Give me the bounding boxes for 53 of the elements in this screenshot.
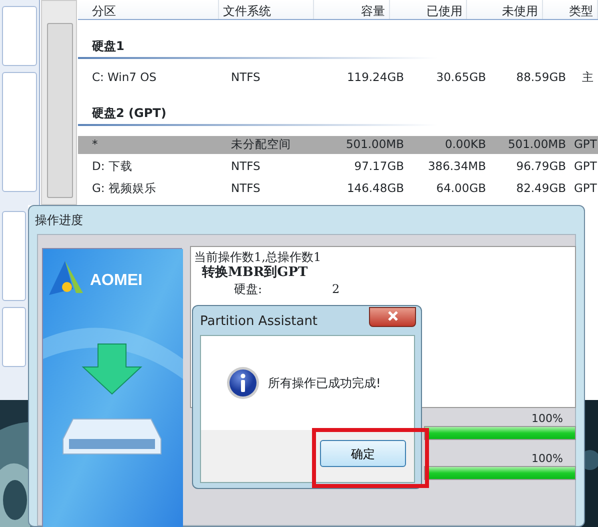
table-cell-text: C: Win7 OS	[91, 69, 158, 86]
dialog-title: Partition Assistant	[200, 313, 318, 331]
close-button[interactable]	[369, 307, 416, 327]
scrollbar[interactable]	[41, 0, 77, 205]
table-cell-text: 64.00GB	[435, 180, 487, 198]
table-cell-text: 97.17GB	[353, 158, 405, 176]
column-header[interactable]: 未使用	[467, 0, 544, 19]
log-summary: 当前操作数1,总操作数1	[194, 249, 322, 265]
table-cell-text: 501.00MB	[344, 136, 405, 154]
table-cell-text: G: 视频娱乐	[91, 180, 158, 198]
partition-row[interactable]: G: 视频娱乐 NTFS 146.48GB 64.00GB 82.49GB GPT	[78, 180, 598, 198]
info-icon	[226, 366, 260, 400]
column-header[interactable]: 分区	[78, 0, 219, 19]
logo-text: AOMEI	[90, 271, 142, 291]
table-cell-text: 146.48GB	[346, 180, 405, 198]
detail-label: 硬盘:	[234, 281, 264, 297]
partition-row[interactable]: C: Win7 OS NTFS 119.24GB 30.65GB 88.59GB 主	[78, 69, 598, 87]
table-cell-text: NTFS	[230, 180, 262, 198]
column-header[interactable]: 已使用	[390, 0, 468, 19]
table-cell-text: *	[91, 136, 99, 154]
table-cell-text: 501.00MB	[506, 136, 567, 154]
table-cell-text: 0.00KB	[444, 136, 487, 154]
table-cell-text: 96.79GB	[515, 158, 567, 176]
table-cell-text: NTFS	[230, 158, 262, 176]
table-cell-text: NTFS	[230, 69, 262, 86]
table-cell-text: 386.34MB	[426, 158, 487, 176]
table-cell-text: 30.65GB	[435, 69, 487, 86]
disk-title: 硬盘1	[92, 39, 124, 53]
panel-card	[2, 307, 26, 367]
column-header[interactable]: 容量	[314, 0, 390, 19]
table-cell-text: D: 下载	[91, 158, 134, 176]
table-cell-text: 88.59GB	[515, 69, 567, 86]
partition-row[interactable]: D: 下载 NTFS 97.17GB 386.34MB 96.79GB GPT	[78, 158, 598, 176]
table-cell-text: 未分配空间	[230, 136, 292, 154]
progress-reading: 100%	[532, 411, 563, 427]
ok-button[interactable]: 确定	[320, 440, 406, 467]
close-icon	[386, 311, 398, 322]
message-text: 所有操作已成功完成!	[268, 375, 381, 392]
table-cell-text: GPT	[573, 158, 598, 176]
table-cell-text: GPT	[573, 136, 598, 154]
partition-row[interactable]: * 未分配空间 501.00MB 0.00KB 501.00MB GPT	[78, 136, 598, 154]
table-cell-text: GPT	[573, 180, 598, 198]
window-title: 操作进度	[35, 212, 83, 229]
panel-card	[2, 6, 37, 66]
progress-reading: 100%	[532, 451, 563, 467]
table-cell-text: 119.24GB	[346, 69, 405, 86]
table-cell-text: 主	[581, 69, 595, 86]
disk-title: 硬盘2 (GPT)	[92, 106, 166, 120]
column-header[interactable]: 类型	[543, 0, 598, 19]
operation-title: 转换MBR到GPT	[200, 265, 309, 281]
table-cell-text: 82.49GB	[515, 180, 567, 198]
detail-value: 2	[332, 281, 340, 297]
column-header[interactable]: 文件系统	[218, 0, 314, 19]
